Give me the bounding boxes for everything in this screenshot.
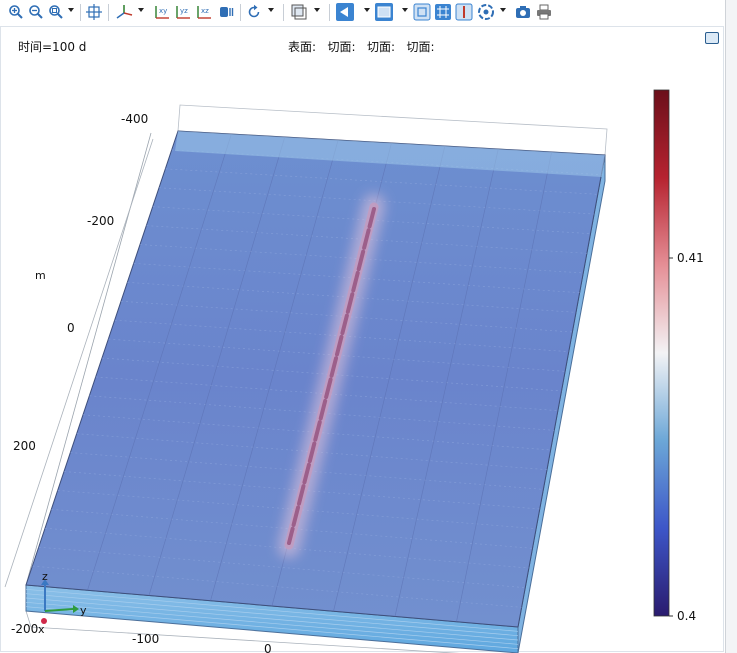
zoom-box-icon[interactable] — [48, 3, 64, 21]
chevron-down-icon[interactable] — [500, 8, 506, 12]
triad-z-label: z — [42, 570, 48, 583]
axis-icon[interactable] — [455, 3, 473, 21]
chevron-down-icon[interactable] — [364, 8, 370, 12]
print-icon[interactable] — [535, 3, 553, 21]
headlight-icon[interactable] — [218, 3, 234, 21]
toolbar-separator — [283, 4, 284, 21]
time-label: 时间=100 d — [18, 40, 87, 54]
chevron-down-icon[interactable] — [138, 8, 144, 12]
chevron-down-icon[interactable] — [268, 8, 274, 12]
transparency-icon[interactable] — [290, 3, 308, 21]
axis-tick-label: 0 — [67, 321, 75, 335]
colorbar — [653, 89, 670, 617]
axis-tick-label: 0 — [264, 642, 272, 653]
axis-tick-label: -100 — [132, 632, 159, 646]
panel-corner-icon[interactable] — [705, 32, 719, 44]
svg-text:yz: yz — [180, 7, 188, 15]
zoom-in-icon[interactable] — [8, 3, 24, 21]
graphics-toolbar: xy yz xz — [0, 0, 725, 26]
view-xz-icon[interactable]: xz — [195, 3, 213, 21]
slab-top-surface — [25, 130, 606, 628]
unit-label: m — [35, 269, 46, 282]
chevron-down-icon[interactable] — [314, 8, 320, 12]
zoom-extents-icon[interactable] — [85, 3, 103, 21]
toolbar-separator — [108, 4, 109, 21]
toolbar-separator — [80, 4, 81, 21]
svg-text:xz: xz — [201, 7, 209, 15]
triad-y-label: y — [80, 604, 87, 617]
axis-tick-label: -200 — [87, 214, 114, 228]
chevron-down-icon[interactable] — [402, 8, 408, 12]
scene-light-icon[interactable] — [335, 3, 355, 21]
render-icon[interactable] — [413, 3, 431, 21]
camera-icon[interactable] — [514, 3, 532, 21]
axis-tick-label: -200 — [11, 622, 38, 636]
svg-text:xy: xy — [159, 7, 167, 15]
chevron-down-icon[interactable] — [68, 8, 74, 12]
wireframe-icon[interactable] — [374, 3, 394, 21]
zoom-out-icon[interactable] — [28, 3, 44, 21]
rotate-icon[interactable] — [246, 3, 262, 21]
axes-orientation-icon[interactable] — [115, 3, 133, 21]
triad-x-label: x — [38, 623, 45, 636]
plot-subtitle: 表面: 切面: 切面: 切面: — [288, 40, 435, 54]
axis-tick-label: -400 — [121, 112, 148, 126]
colorbar-min-label: 0.4 — [677, 609, 696, 623]
graphics-panel[interactable]: -400 -200 0 200 -200 -100 0 m z y x 0.41 0.4 时间=100 … — [0, 26, 725, 653]
toolbar-separator — [329, 4, 330, 21]
view-xy-icon[interactable]: xy — [153, 3, 171, 21]
reset-hiding-icon[interactable] — [477, 3, 495, 21]
toolbar-separator — [240, 4, 241, 21]
colorbar-max-label: 0.41 — [677, 251, 704, 265]
3d-plot[interactable]: -400 -200 0 200 -200 -100 0 m z y x 0.41 0.4 — [1, 27, 725, 653]
right-scroll-strip[interactable] — [725, 0, 737, 653]
axis-tick-label: 200 — [13, 439, 36, 453]
grid-icon[interactable] — [434, 3, 452, 21]
view-yz-icon[interactable]: yz — [174, 3, 192, 21]
